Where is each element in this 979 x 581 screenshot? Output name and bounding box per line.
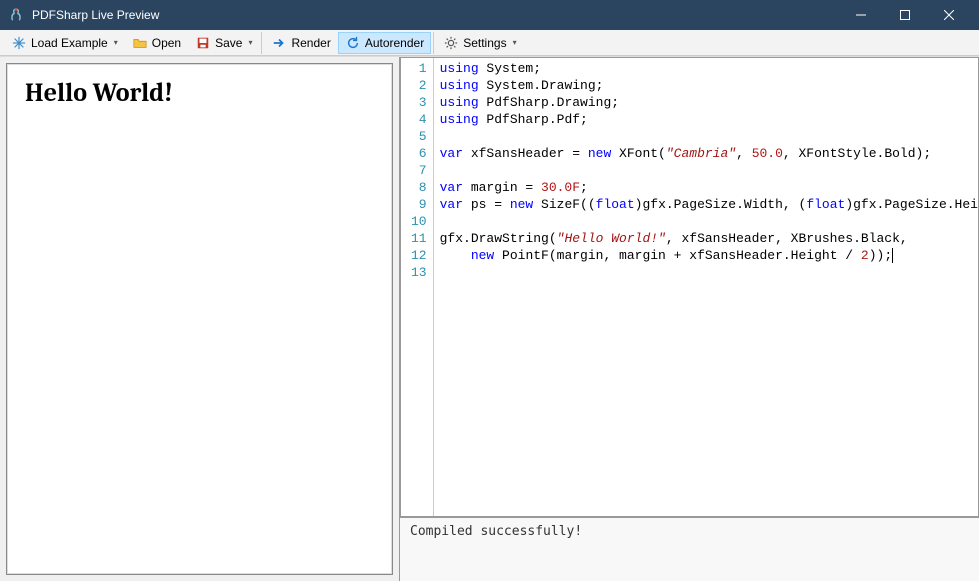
line-number: 9: [411, 196, 427, 213]
app-window: PDFSharp Live Preview Load Example ▾: [0, 0, 979, 581]
load-example-button[interactable]: Load Example ▾: [4, 32, 125, 54]
chevron-down-icon: ▾: [248, 38, 252, 47]
code-line[interactable]: using PdfSharp.Drawing;: [440, 94, 972, 111]
minimize-button[interactable]: [839, 0, 883, 30]
app-icon: [8, 8, 24, 22]
content-area: Hello World! 12345678910111213 using Sys…: [0, 56, 979, 581]
snowflake-icon: [11, 35, 27, 51]
arrow-right-icon: [271, 35, 287, 51]
close-button[interactable]: [927, 0, 971, 30]
line-number: 7: [411, 162, 427, 179]
line-number: 4: [411, 111, 427, 128]
settings-button[interactable]: Settings ▾: [436, 32, 523, 54]
button-label: Render: [291, 36, 330, 50]
code-line[interactable]: using PdfSharp.Pdf;: [440, 111, 972, 128]
save-button[interactable]: Save ▾: [188, 32, 259, 54]
code-line[interactable]: new PointF(margin, margin + xfSansHeader…: [440, 247, 972, 264]
titlebar: PDFSharp Live Preview: [0, 0, 979, 30]
code-line[interactable]: var ps = new SizeF((float)gfx.PageSize.W…: [440, 196, 972, 213]
code-line[interactable]: [440, 128, 972, 145]
window-title: PDFSharp Live Preview: [32, 8, 839, 22]
editor-pane: 12345678910111213 using System;using Sys…: [400, 57, 979, 581]
save-icon: [195, 35, 211, 51]
toolbar-separator: [261, 32, 262, 54]
line-number: 12: [411, 247, 427, 264]
output-panel: Compiled successfully!: [400, 517, 979, 581]
maximize-button[interactable]: [883, 0, 927, 30]
code-line[interactable]: [440, 264, 972, 281]
line-number: 8: [411, 179, 427, 196]
autorender-button[interactable]: Autorender: [338, 32, 431, 54]
gear-icon: [443, 35, 459, 51]
preview-page: Hello World!: [6, 63, 393, 575]
code-line[interactable]: using System.Drawing;: [440, 77, 972, 94]
toolbar: Load Example ▾ Open Save ▾ Render: [0, 30, 979, 56]
code-line[interactable]: var xfSansHeader = new XFont("Cambria", …: [440, 145, 972, 162]
button-label: Settings: [463, 36, 506, 50]
chevron-down-icon: ▾: [513, 38, 517, 47]
line-number: 3: [411, 94, 427, 111]
toolbar-separator: [433, 32, 434, 54]
code-line[interactable]: var margin = 30.0F;: [440, 179, 972, 196]
code-line[interactable]: gfx.DrawString("Hello World!", xfSansHea…: [440, 230, 972, 247]
code-editor[interactable]: 12345678910111213 using System;using Sys…: [400, 57, 979, 517]
button-label: Autorender: [365, 36, 424, 50]
open-button[interactable]: Open: [125, 32, 188, 54]
code-line[interactable]: using System;: [440, 60, 972, 77]
line-number: 2: [411, 77, 427, 94]
line-number: 1: [411, 60, 427, 77]
code-line[interactable]: [440, 213, 972, 230]
code-line[interactable]: [440, 162, 972, 179]
folder-open-icon: [132, 35, 148, 51]
line-gutter: 12345678910111213: [401, 58, 434, 516]
line-number: 11: [411, 230, 427, 247]
line-number: 6: [411, 145, 427, 162]
render-button[interactable]: Render: [264, 32, 337, 54]
line-number: 10: [411, 213, 427, 230]
button-label: Load Example: [31, 36, 108, 50]
output-message: Compiled successfully!: [410, 524, 582, 539]
chevron-down-icon: ▾: [114, 38, 118, 47]
line-number: 5: [411, 128, 427, 145]
window-controls: [839, 0, 971, 30]
refresh-icon: [345, 35, 361, 51]
preview-pane: Hello World!: [0, 57, 400, 581]
code-area[interactable]: using System;using System.Drawing;using …: [434, 58, 978, 516]
preview-heading: Hello World!: [25, 78, 374, 108]
button-label: Save: [215, 36, 242, 50]
line-number: 13: [411, 264, 427, 281]
button-label: Open: [152, 36, 181, 50]
